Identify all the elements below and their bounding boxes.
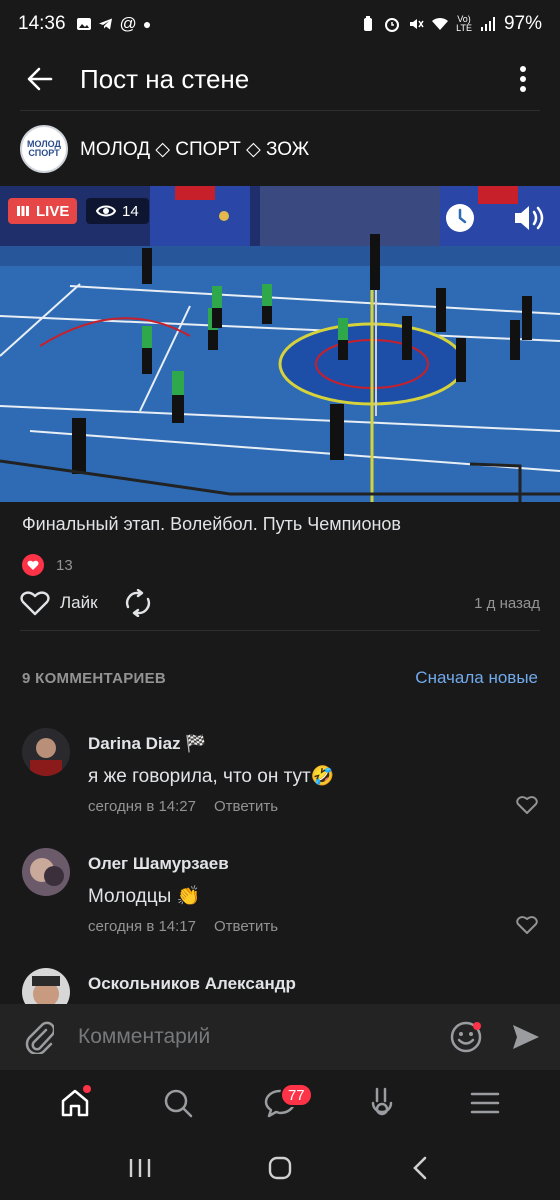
like-button[interactable]: Лайк: [20, 590, 98, 616]
signal-icon: [480, 17, 495, 31]
comment-text: я же говорила, что он тут🤣: [88, 766, 335, 787]
more-menu-button[interactable]: [508, 62, 538, 96]
comment-author[interactable]: Олег Шамурзаев: [88, 854, 229, 874]
comments-header: 9 КОММЕНТАРИЕВ Сначала новые: [22, 668, 538, 688]
video-frame: [0, 186, 560, 502]
home-circle-icon: [268, 1156, 292, 1180]
comment-like-icon[interactable]: [516, 914, 538, 936]
emoji-button[interactable]: [436, 1007, 496, 1067]
arrow-left-icon: [27, 67, 53, 91]
send-icon: [513, 1025, 539, 1049]
comment-time: сегодня в 14:17: [88, 918, 196, 935]
sort-comments-button[interactable]: Сначала новые: [415, 668, 538, 688]
nav-clips[interactable]: [352, 1073, 412, 1133]
send-button[interactable]: [496, 1007, 556, 1067]
nav-menu[interactable]: [455, 1073, 515, 1133]
header-divider: [20, 110, 540, 111]
like-label: Лайк: [60, 593, 98, 612]
live-badge: LIVE: [8, 198, 78, 224]
post-divider: [20, 630, 540, 631]
telegram-icon: [98, 18, 112, 30]
eye-icon: [96, 205, 116, 217]
alarm-icon: [385, 18, 400, 32]
comments-count: 9 КОММЕНТАРИЕВ: [22, 669, 167, 687]
viewers-count: 14: [86, 198, 149, 224]
post-actions: Лайк 1 д назад: [20, 586, 540, 620]
comment-text: Молодцы 👏: [88, 886, 201, 907]
logo-text-bottom: СПОРТ: [28, 148, 60, 158]
more-vertical-icon: [520, 66, 526, 92]
live-bars-icon: [17, 206, 29, 216]
system-navigation: [0, 1136, 560, 1200]
attach-button[interactable]: [0, 1004, 78, 1070]
nav-messages[interactable]: 77: [250, 1073, 313, 1133]
back-system-button[interactable]: [390, 1138, 450, 1198]
messages-badge: 77: [279, 1083, 313, 1107]
battery-saver-icon: [364, 16, 373, 31]
avatar[interactable]: [22, 728, 70, 776]
comment-meta: сегодня в 14:27 Ответить: [88, 798, 278, 815]
post-time: 1 д назад: [474, 594, 540, 612]
community-name[interactable]: МОЛОД ◇ СПОРТ ◇ ЗОЖ: [80, 138, 309, 161]
nav-home[interactable]: [45, 1073, 105, 1133]
status-time: 14:36: [18, 13, 66, 34]
heart-outline-icon: [20, 591, 50, 616]
top-app-bar: Пост на стене: [0, 48, 560, 110]
volume-icon[interactable]: [512, 202, 546, 234]
share-button[interactable]: [122, 587, 154, 619]
live-label: LIVE: [36, 202, 70, 220]
comment-input[interactable]: [78, 1017, 436, 1057]
paperclip-icon: [25, 1021, 54, 1054]
comment-item: Оскольников Александр: [22, 968, 538, 1004]
image-icon: [76, 18, 91, 30]
chevron-left-icon: [413, 1156, 427, 1180]
reply-button[interactable]: Ответить: [214, 918, 278, 935]
viewers-number: 14: [122, 202, 139, 220]
clips-icon: [372, 1087, 393, 1116]
avatar[interactable]: [22, 848, 70, 896]
comment-time: сегодня в 14:27: [88, 798, 196, 815]
dot-icon: ●: [142, 16, 152, 32]
volte-icon: Vo) LTE: [456, 14, 472, 33]
community-header[interactable]: МОЛОД СПОРТ МОЛОД ◇ СПОРТ ◇ ЗОЖ: [20, 124, 309, 174]
wifi-icon: [432, 17, 449, 30]
reply-button[interactable]: Ответить: [214, 798, 278, 815]
nav-search[interactable]: [148, 1073, 208, 1133]
comment-meta: сегодня в 14:17 Ответить: [88, 918, 278, 935]
avatar[interactable]: [22, 968, 70, 1004]
comment-author[interactable]: Оскольников Александр: [88, 974, 296, 994]
likes-count: 13: [56, 556, 73, 574]
comment-item: Darina Diaz 🏁 я же говорила, что он тут🤣…: [22, 728, 538, 824]
smile-icon: [450, 1021, 482, 1053]
page-title: Пост на стене: [80, 63, 250, 94]
live-video-player[interactable]: LIVE 14: [0, 186, 560, 502]
comment-item: Олег Шамурзаев Молодцы 👏 сегодня в 14:17…: [22, 848, 538, 944]
at-icon: @: [119, 14, 137, 33]
clock-icon[interactable]: [444, 202, 476, 234]
search-icon: [164, 1089, 192, 1118]
menu-icon: [470, 1092, 499, 1114]
mute-icon: [410, 19, 424, 29]
comment-input-bar: [0, 1004, 560, 1070]
heart-reaction-icon: [22, 554, 44, 576]
comment-like-icon[interactable]: [516, 794, 538, 816]
back-button[interactable]: [0, 48, 80, 110]
community-avatar[interactable]: МОЛОД СПОРТ: [20, 125, 68, 173]
home-system-button[interactable]: [250, 1138, 310, 1198]
post-text: Финальный этап. Волейбол. Путь Чемпионов: [22, 514, 401, 534]
bottom-navigation: 77: [0, 1070, 560, 1136]
share-icon: [125, 589, 150, 617]
comment-author[interactable]: Darina Diaz 🏁: [88, 734, 206, 754]
recent-apps-button[interactable]: [110, 1138, 170, 1198]
recent-apps-icon: [129, 1159, 151, 1177]
battery-level: 97%: [503, 13, 542, 34]
reactions-summary[interactable]: 13: [22, 554, 73, 576]
status-bar: 14:36 @ ● Vo) LTE 97%: [0, 0, 560, 48]
